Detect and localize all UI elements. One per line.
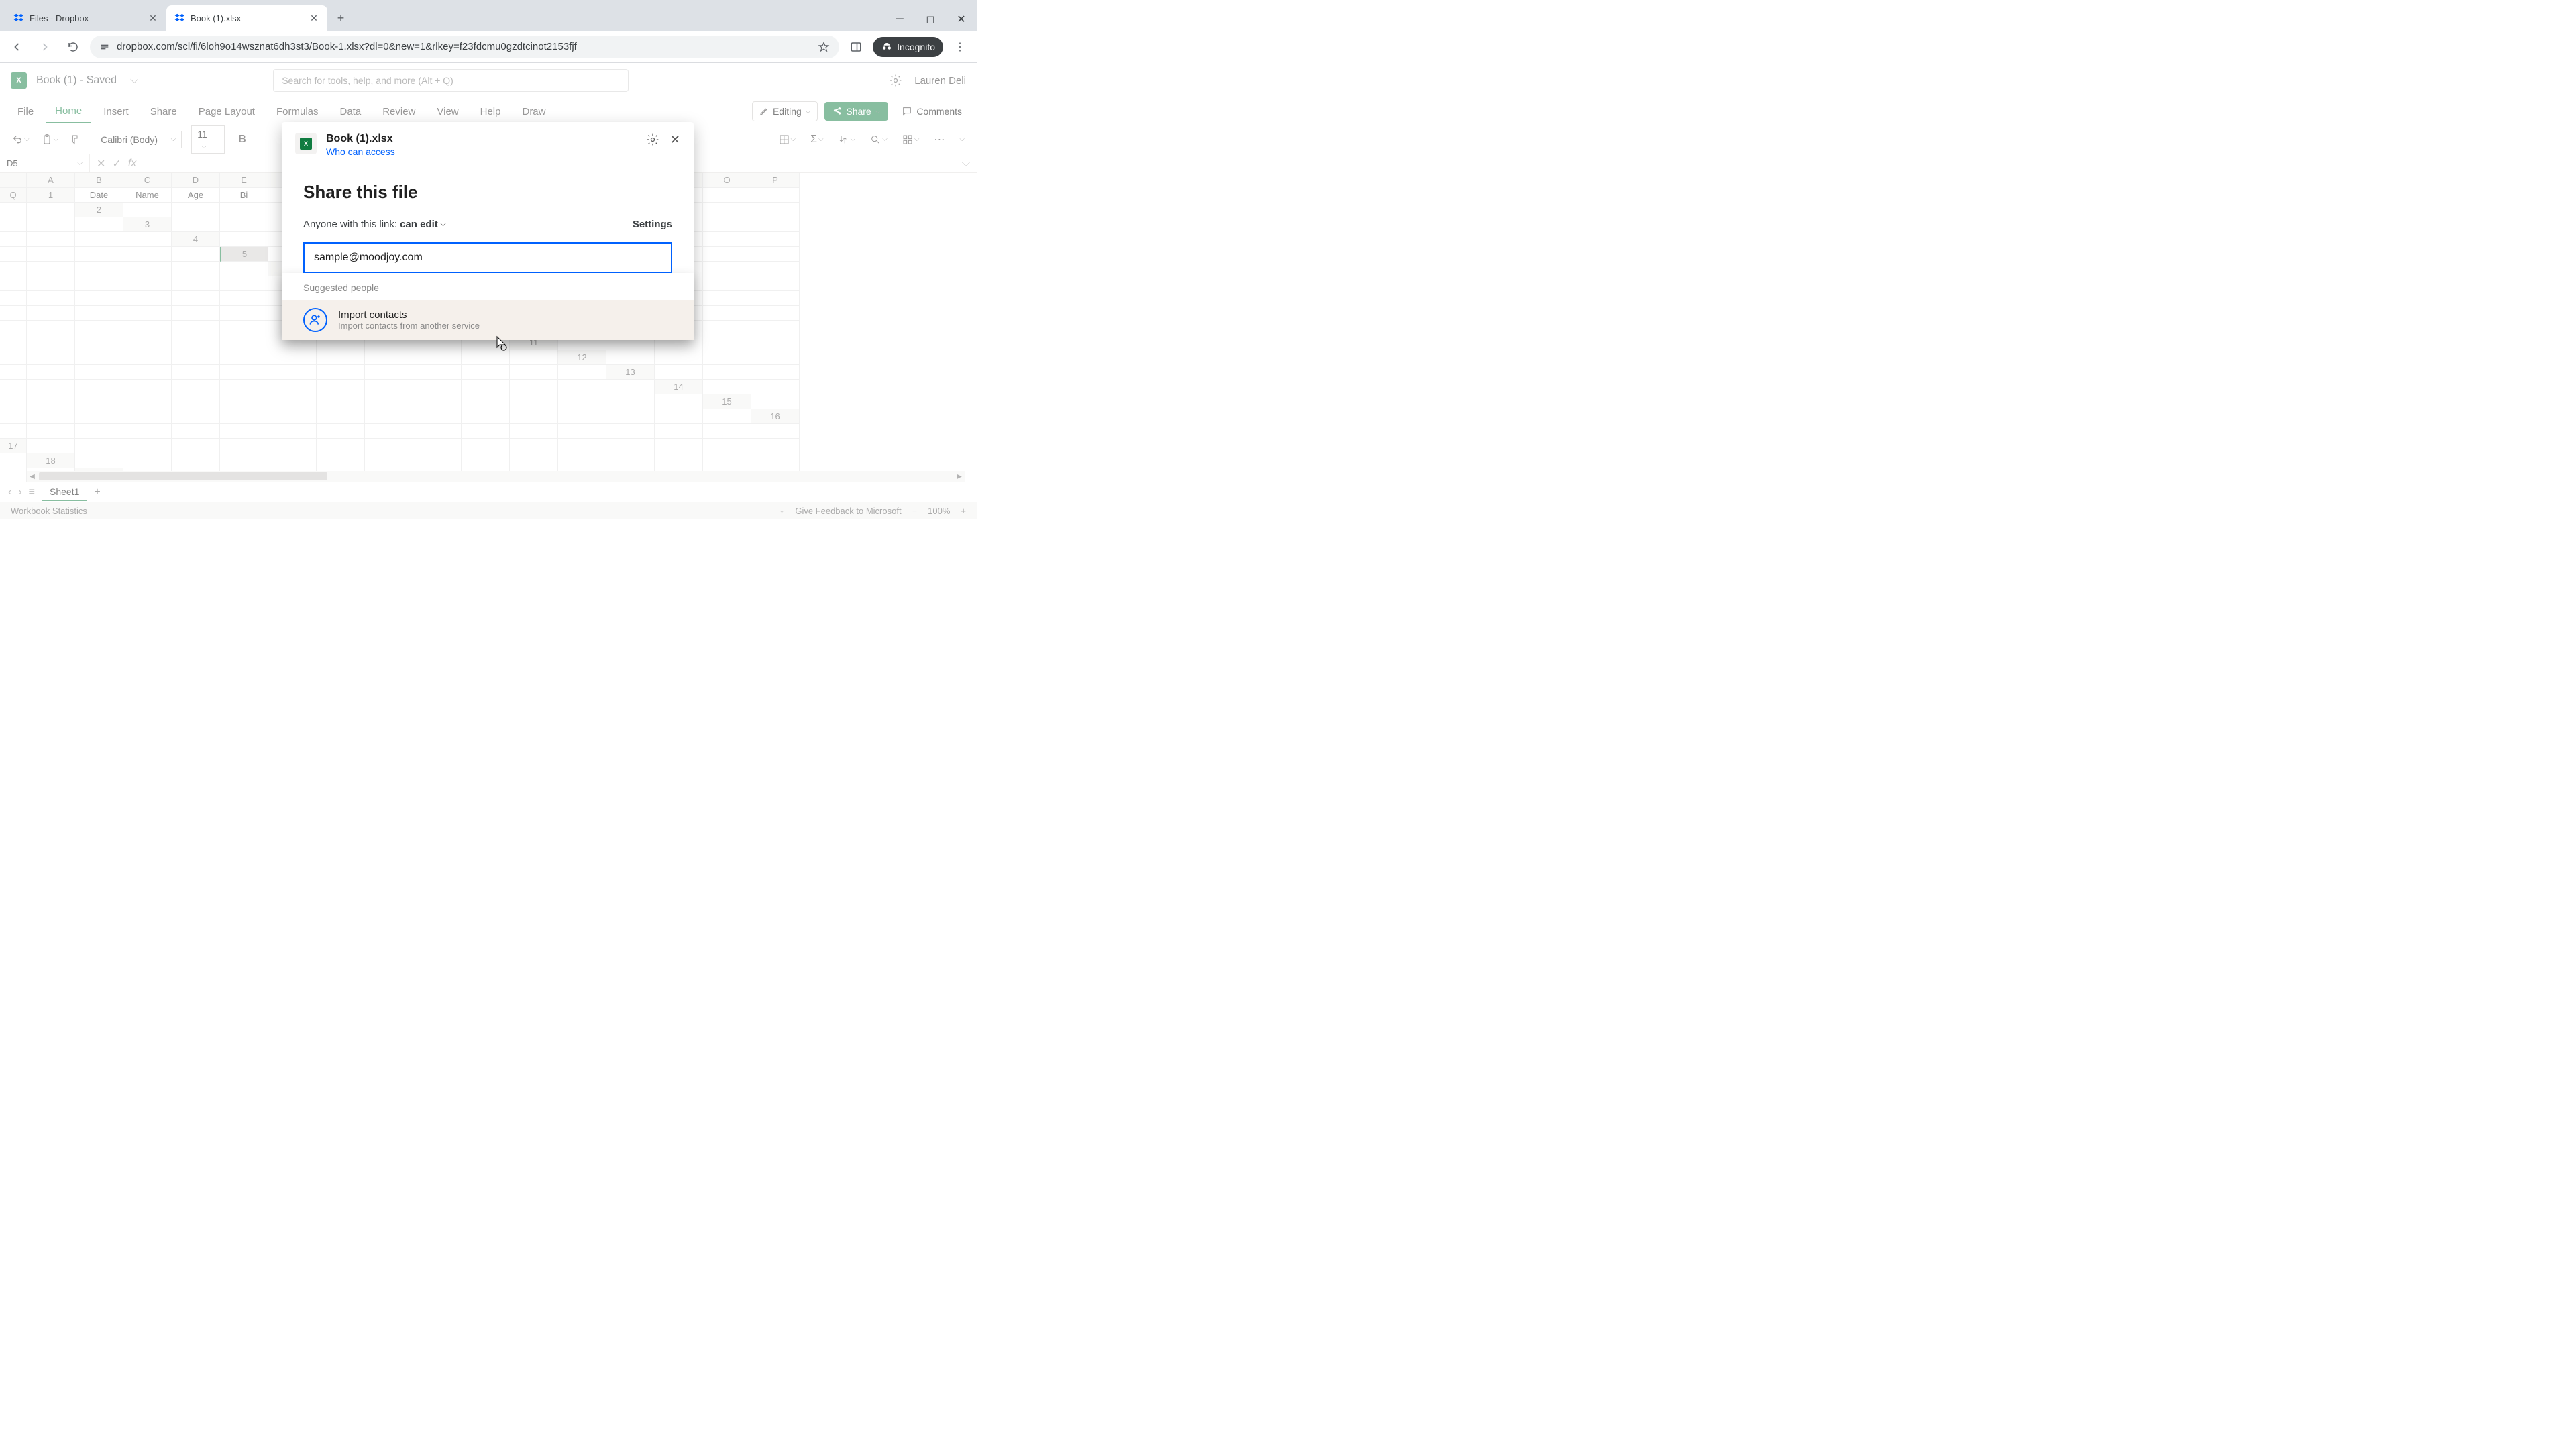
share-email-input[interactable] <box>303 242 672 273</box>
close-window-button[interactable]: ✕ <box>946 8 977 31</box>
back-button[interactable] <box>5 36 28 58</box>
maximize-button[interactable]: ◻ <box>915 8 946 31</box>
suggestions-panel: Suggested people Import contacts Import … <box>282 273 694 340</box>
url-text: dropbox.com/scl/fi/6loh9o14wsznat6dh3st3… <box>117 41 811 52</box>
file-icon: X <box>295 133 317 154</box>
suggested-people-label: Suggested people <box>282 273 694 300</box>
dropbox-icon <box>13 13 24 23</box>
dropbox-icon <box>174 13 185 23</box>
url-field[interactable]: dropbox.com/scl/fi/6loh9o14wsznat6dh3st3… <box>90 36 839 58</box>
browser-tab-strip: Files - Dropbox ✕ Book (1).xlsx ✕ + ─ ◻ … <box>0 0 977 31</box>
incognito-label: Incognito <box>897 42 935 52</box>
permission-row: Anyone with this link: can edit ⌵ Settin… <box>303 219 672 230</box>
import-contacts-icon <box>303 308 327 332</box>
import-contacts-item[interactable]: Import contacts Import contacts from ano… <box>282 300 694 340</box>
site-settings-icon[interactable] <box>99 42 110 52</box>
bookmark-icon[interactable] <box>818 41 830 53</box>
share-settings-link[interactable]: Settings <box>633 219 672 230</box>
tab-close-button[interactable]: ✕ <box>309 13 319 23</box>
import-contacts-subtitle: Import contacts from another service <box>338 321 480 331</box>
perm-prefix: Anyone with this link: <box>303 219 397 230</box>
tab-title: Book (1).xlsx <box>191 13 241 23</box>
side-panel-icon[interactable] <box>845 36 867 58</box>
tab-title: Files - Dropbox <box>30 13 89 23</box>
browser-tab-excel[interactable]: Book (1).xlsx ✕ <box>166 5 327 31</box>
permission-dropdown[interactable]: can edit ⌵ <box>400 219 445 230</box>
browser-menu-icon[interactable]: ⋮ <box>949 36 971 58</box>
address-bar: dropbox.com/scl/fi/6loh9o14wsznat6dh3st3… <box>0 31 977 63</box>
incognito-badge[interactable]: Incognito <box>873 37 943 57</box>
new-tab-button[interactable]: + <box>331 9 350 28</box>
modal-file-name: Book (1).xlsx <box>326 133 395 145</box>
share-modal: X Book (1).xlsx Who can access ✕ Share t… <box>282 122 694 340</box>
perm-value: can edit <box>400 219 438 230</box>
who-can-access-link[interactable]: Who can access <box>326 146 395 157</box>
modal-settings-icon[interactable] <box>646 133 659 147</box>
browser-tab-dropbox[interactable]: Files - Dropbox ✕ <box>5 5 166 31</box>
reload-button[interactable] <box>62 36 85 58</box>
tabs-area: Files - Dropbox ✕ Book (1).xlsx ✕ + <box>0 0 350 31</box>
minimize-button[interactable]: ─ <box>884 8 915 31</box>
chevron-down-icon: ⌵ <box>441 221 446 228</box>
modal-close-button[interactable]: ✕ <box>670 133 680 147</box>
forward-button[interactable] <box>34 36 56 58</box>
modal-body: Share this file Anyone with this link: c… <box>282 168 694 340</box>
modal-header: X Book (1).xlsx Who can access ✕ <box>282 122 694 168</box>
share-title: Share this file <box>303 182 672 203</box>
tab-close-button[interactable]: ✕ <box>148 13 158 23</box>
window-controls: ─ ◻ ✕ <box>884 8 977 31</box>
import-contacts-title: Import contacts <box>338 309 480 321</box>
